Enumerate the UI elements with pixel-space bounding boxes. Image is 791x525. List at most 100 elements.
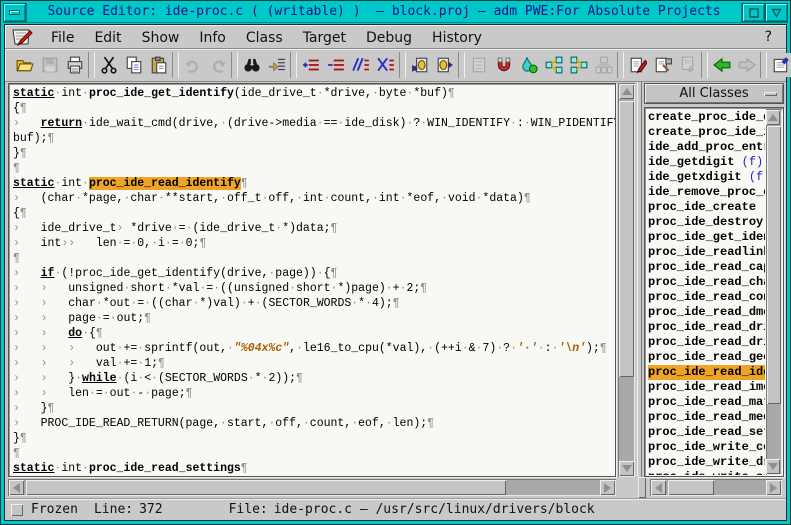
indent-remove-button[interactable] [324,53,347,77]
doc-import-button[interactable] [676,53,699,77]
scroll-up-button[interactable] [619,84,634,99]
code-line: }¶ [13,431,615,446]
scroll-left-button[interactable] [9,480,24,495]
menu-item-history[interactable]: History [422,28,492,48]
symbol-list-item[interactable]: ide_getxdigit (f) [648,170,765,185]
tree-layout-button[interactable] [592,53,615,77]
symbol-list-item[interactable]: proc_ide_write_settings [648,470,765,475]
expand-calls-button[interactable] [542,53,565,77]
copy-button[interactable] [122,53,145,77]
symbol-list-item[interactable]: proc_ide_read_channel [648,275,765,290]
symbol-label: proc_ide_read_identify [648,365,765,379]
indent-add-button[interactable] [299,53,322,77]
symbol-list-item[interactable]: proc_ide_read_media [648,410,765,425]
code-line: static·int·proc_ide_get_identify(ide_dri… [13,86,615,101]
history-forward-button[interactable] [735,53,758,77]
scrollbar-splitter-grip[interactable] [638,477,646,498]
symbol-list-item[interactable]: proc_ide_get_identify [648,230,765,245]
menu-item-class[interactable]: Class [236,28,293,48]
symbol-label: ide_remove_proc_entries [648,185,765,199]
scroll-right-button[interactable] [766,480,781,495]
menu-item-edit[interactable]: Edit [84,28,131,48]
scrollbar-thumb[interactable] [619,101,634,377]
symbol-list-item[interactable]: proc_ide_write_driver [648,455,765,470]
editor-vertical-scrollbar[interactable] [618,83,635,477]
symbol-label: ide_getxdigit [648,170,742,184]
symbol-list-item[interactable]: ide_remove_proc_entries [648,185,765,200]
symbol-list-item[interactable]: proc_ide_read_drivers [648,335,765,350]
expand-tree-button[interactable] [567,53,590,77]
menu-item-info[interactable]: Info [189,28,236,48]
arrow-left-icon [13,483,20,493]
scroll-down-button[interactable] [766,459,780,474]
symbol-list-item[interactable]: proc_ide_create [648,200,765,215]
symbol-list-item[interactable]: create_proc_ide_interfaces [648,125,765,140]
class-filter-dropdown[interactable]: All Classes [644,83,784,104]
symbol-list-item[interactable]: proc_ide_read_capacity [648,260,765,275]
symbol-list-item[interactable]: proc_ide_read_driver [648,320,765,335]
build-target-icon [654,56,672,74]
symbol-list-item-selected[interactable]: proc_ide_read_identify [648,365,765,380]
history-back-button[interactable] [710,53,733,77]
code-editor[interactable]: static·int·proc_ide_get_identify(ide_dri… [8,83,616,477]
editor-horizontal-scrollbar[interactable] [8,479,616,496]
main-area: static·int·proc_ide_get_identify(ide_dri… [5,82,786,477]
refresh-drop-icon [520,56,538,74]
comment-remove-icon [377,56,395,74]
menu-item-show[interactable]: Show [132,28,190,48]
refresh-drop-button[interactable] [517,53,540,77]
scroll-down-button[interactable] [619,461,634,476]
menu-item-file[interactable]: File [41,28,84,48]
edit-source-button[interactable] [626,53,649,77]
save-file-button[interactable] [38,53,61,77]
symbol-store-button[interactable] [433,53,456,77]
redo-button[interactable] [206,53,229,77]
panel-splitter[interactable] [637,82,642,477]
shade-button[interactable] [765,3,788,22]
maximize-button[interactable] [742,3,765,22]
symbol-list-item[interactable]: proc_ide_destroy [648,215,765,230]
code-line: › (char·*page,·char·**start,·off_t·off,·… [13,191,615,206]
find-button[interactable] [240,53,263,77]
scrollbar-thumb[interactable] [668,480,714,495]
build-target-button[interactable] [651,53,674,77]
symbol-list-item[interactable]: proc_ide_read_imodel [648,380,765,395]
code-line: static·int·proc_ide_read_identify¶ [13,176,615,191]
window-menu-button[interactable] [3,3,26,22]
symbol-list-item[interactable]: proc_ide_write_config [648,440,765,455]
open-file-button[interactable] [13,53,36,77]
menu-item-target[interactable]: Target [293,28,356,48]
symbol-list-item[interactable]: create_proc_ide_drives [648,110,765,125]
comment-add-button[interactable] [349,53,372,77]
symbol-list-item[interactable]: ide_add_proc_entries [648,140,765,155]
magnet-button[interactable] [492,53,515,77]
doc-check-button[interactable] [467,53,490,77]
symbol-list-item[interactable]: proc_ide_read_geometry [648,350,765,365]
scrollbar-thumb[interactable] [767,126,781,404]
paste-icon [150,56,168,74]
properties-button[interactable] [769,53,791,77]
symbol-load-button[interactable] [408,53,431,77]
print-button[interactable] [63,53,86,77]
symbol-list-item[interactable]: proc_ide_read_settings [648,425,765,440]
menu-item-debug[interactable]: Debug [356,28,422,48]
list-vertical-scrollbar[interactable] [766,109,782,475]
paste-button[interactable] [147,53,170,77]
frozen-toggle[interactable] [11,504,23,516]
symbol-list-item[interactable]: ide_getdigit (f) [648,155,765,170]
symbol-list-item[interactable]: proc_ide_read_config [648,290,765,305]
cut-button[interactable] [97,53,120,77]
scrollbar-thumb[interactable] [26,480,506,495]
symbol-list-item[interactable]: proc_ide_read_dmodel [648,305,765,320]
undo-button[interactable] [181,53,204,77]
symbol-list-item[interactable]: proc_ide_read_mate [648,395,765,410]
scroll-left-button[interactable] [651,480,666,495]
scroll-up-button[interactable] [766,110,780,125]
menu-item-help[interactable]: ? [757,27,780,47]
symbol-label: proc_ide_create [648,200,756,214]
comment-remove-button[interactable] [374,53,397,77]
goto-line-button[interactable] [265,53,288,77]
scroll-right-button[interactable] [600,480,615,495]
list-horizontal-scrollbar[interactable] [650,479,782,496]
symbol-list-item[interactable]: proc_ide_readlink [648,245,765,260]
